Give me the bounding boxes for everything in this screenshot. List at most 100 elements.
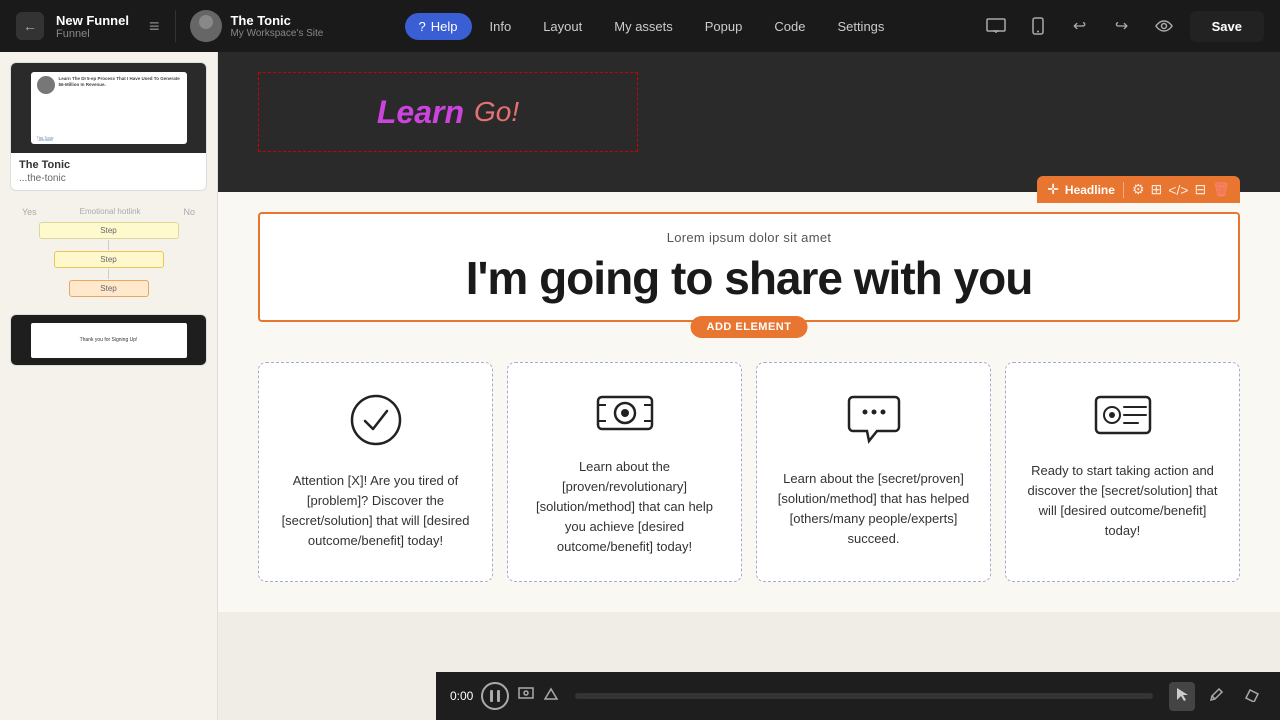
sidebar-extra-card[interactable]: Thank you for Signing Up! (10, 314, 207, 366)
project-subtitle: Funnel (56, 28, 129, 40)
back-button[interactable]: ← (16, 12, 44, 40)
site-name-group: The Tonic My Workspace's Site (230, 13, 323, 39)
canvas-scroll[interactable]: Learn Go! ✛ Headline ⚙ ⊞ (218, 52, 1280, 720)
page-dark-band-inner[interactable]: Learn Go! (258, 72, 638, 152)
bottom-video-bar: 0:00 (436, 672, 1280, 720)
project-title: New Funnel (56, 13, 129, 28)
tab-code-label: Code (774, 19, 805, 34)
toolbar-code-icon[interactable]: </> (1168, 182, 1188, 198)
funnel-connector-1 (108, 240, 109, 250)
page-dark-subtitle: Go! (474, 96, 519, 128)
extra-card-text: Thank you for Signing Up! (80, 337, 138, 343)
thumb-text-block: Learn The DI 5-ep Process That I Have Us… (59, 76, 183, 89)
tab-info[interactable]: Info (476, 13, 526, 40)
toolbar-sep-1 (1123, 182, 1124, 198)
sidebar-funnel-preview: Learn The DI 5-ep Process That I Have Us… (0, 52, 217, 720)
menu-icon[interactable]: ≡ (149, 16, 160, 37)
funnel-shape: Step Step Step (29, 221, 189, 298)
feature-card-2[interactable]: Learn about the [proven/revolutionary] [… (507, 362, 742, 583)
feature-icon-3 (845, 393, 903, 453)
headline-main-text[interactable]: I'm going to share with you (280, 253, 1218, 304)
save-button[interactable]: Save (1190, 11, 1264, 42)
page-link: ...the-tonic (19, 173, 198, 184)
tab-help[interactable]: ? Help (405, 13, 472, 40)
page-dark-headline: Learn (377, 94, 464, 131)
nav-right-actions: ↩ ↪ Save (980, 10, 1264, 42)
feature-text-4: Ready to start taking action and discove… (1022, 461, 1223, 542)
tab-help-label: Help (431, 19, 458, 34)
tab-settings[interactable]: Settings (823, 13, 898, 40)
headline-label-above: Lorem ipsum dolor sit amet (280, 230, 1218, 245)
thumb-avatar (37, 76, 55, 94)
avatar (190, 10, 222, 42)
desktop-view-button[interactable] (980, 10, 1012, 42)
video-timeline[interactable] (575, 693, 1153, 699)
project-info: New Funnel Funnel (56, 13, 129, 40)
sidebar-page-card[interactable]: Learn The DI 5-ep Process That I Have Us… (10, 62, 207, 191)
feature-cards-section: Attention [X]! Are you tired of [problem… (258, 352, 1240, 583)
toolbar-layers-icon[interactable]: ⊞ (1151, 181, 1163, 198)
funnel-step-2-label: Step (100, 255, 116, 264)
thumb-link: ...the-tonic (37, 138, 53, 142)
top-navigation: ← New Funnel Funnel ≡ The Tonic My Works… (0, 0, 1280, 52)
feature-icon-2 (596, 393, 654, 441)
funnel-stat-no: No (183, 207, 195, 217)
tab-layout[interactable]: Layout (529, 13, 596, 40)
left-sidebar: Learn The DI 5-ep Process That I Have Us… (0, 52, 218, 720)
page-info: The Tonic ...the-tonic (11, 153, 206, 190)
feature-card-1[interactable]: Attention [X]! Are you tired of [problem… (258, 362, 493, 583)
tab-popup-label: Popup (705, 19, 743, 34)
headline-toolbar: ✛ Headline ⚙ ⊞ </> ⊟ 🗑 (1037, 176, 1240, 203)
pencil-tool-button[interactable] (1203, 682, 1230, 711)
funnel-stat-middle: Emotional hotlink (80, 207, 141, 217)
funnel-step-3[interactable]: Step (69, 280, 149, 297)
feature-text-1: Attention [X]! Are you tired of [problem… (275, 471, 476, 552)
main-layout: Learn The DI 5-ep Process That I Have Us… (0, 52, 1280, 720)
canvas-wrapper: Learn Go! ✛ Headline ⚙ ⊞ (218, 52, 1280, 720)
funnel-row-2: Step (29, 251, 189, 268)
cursor-tool-button[interactable] (1169, 682, 1195, 711)
site-info: The Tonic My Workspace's Site (175, 10, 323, 42)
toolbar-save-icon[interactable]: ⊟ (1194, 181, 1206, 198)
preview-button[interactable] (1148, 10, 1180, 42)
canvas-content: Learn Go! ✛ Headline ⚙ ⊞ (218, 52, 1280, 612)
funnel-row-3: Step (29, 280, 189, 297)
page-thumbnail: Learn The DI 5-ep Process That I Have Us… (11, 63, 206, 153)
help-icon: ? (419, 19, 426, 34)
mobile-view-button[interactable] (1022, 10, 1054, 42)
funnel-step-2[interactable]: Step (54, 251, 164, 268)
tab-code[interactable]: Code (760, 13, 819, 40)
headline-element-wrapper: ✛ Headline ⚙ ⊞ </> ⊟ 🗑 Lorem ipsum dolor… (258, 212, 1240, 322)
funnel-connector-2 (108, 269, 109, 279)
add-element-button[interactable]: ADD ELEMENT (691, 316, 808, 338)
video-play-button[interactable] (481, 682, 509, 710)
headline-element-box[interactable]: Lorem ipsum dolor sit amet I'm going to … (258, 212, 1240, 322)
funnel-stats-row: Yes Emotional hotlink No (22, 207, 195, 217)
tab-popup[interactable]: Popup (691, 13, 757, 40)
undo-button[interactable]: ↩ (1064, 10, 1096, 42)
feature-icon-4 (1094, 393, 1152, 445)
funnel-stat-yes: Yes (22, 207, 37, 217)
feature-icon-1 (349, 393, 403, 455)
toolbar-settings-icon[interactable]: ⚙ (1132, 181, 1145, 198)
video-icon-1[interactable] (517, 686, 535, 707)
site-name: The Tonic (230, 13, 323, 28)
feature-card-4[interactable]: Ready to start taking action and discove… (1005, 362, 1240, 583)
page-name: The Tonic (19, 159, 198, 171)
eraser-tool-button[interactable] (1238, 682, 1266, 711)
page-dark-band: Learn Go! (218, 52, 1280, 192)
tab-my-assets-label: My assets (614, 19, 673, 34)
funnel-step-1[interactable]: Step (39, 222, 179, 239)
extra-card-thumb: Thank you for Signing Up! (11, 315, 206, 365)
tab-info-label: Info (490, 19, 512, 34)
feature-text-3: Learn about the [secret/proven] [solutio… (773, 469, 974, 550)
page-white-section: ✛ Headline ⚙ ⊞ </> ⊟ 🗑 Lorem ipsum dolor… (218, 192, 1280, 612)
tab-settings-label: Settings (837, 19, 884, 34)
feature-card-3[interactable]: Learn about the [secret/proven] [solutio… (756, 362, 991, 583)
video-icon-2[interactable] (543, 687, 559, 706)
toolbar-delete-icon[interactable]: 🗑 (1212, 181, 1230, 198)
tab-my-assets[interactable]: My assets (600, 13, 687, 40)
tab-layout-label: Layout (543, 19, 582, 34)
redo-button[interactable]: ↪ (1106, 10, 1138, 42)
video-time: 0:00 (450, 689, 473, 703)
